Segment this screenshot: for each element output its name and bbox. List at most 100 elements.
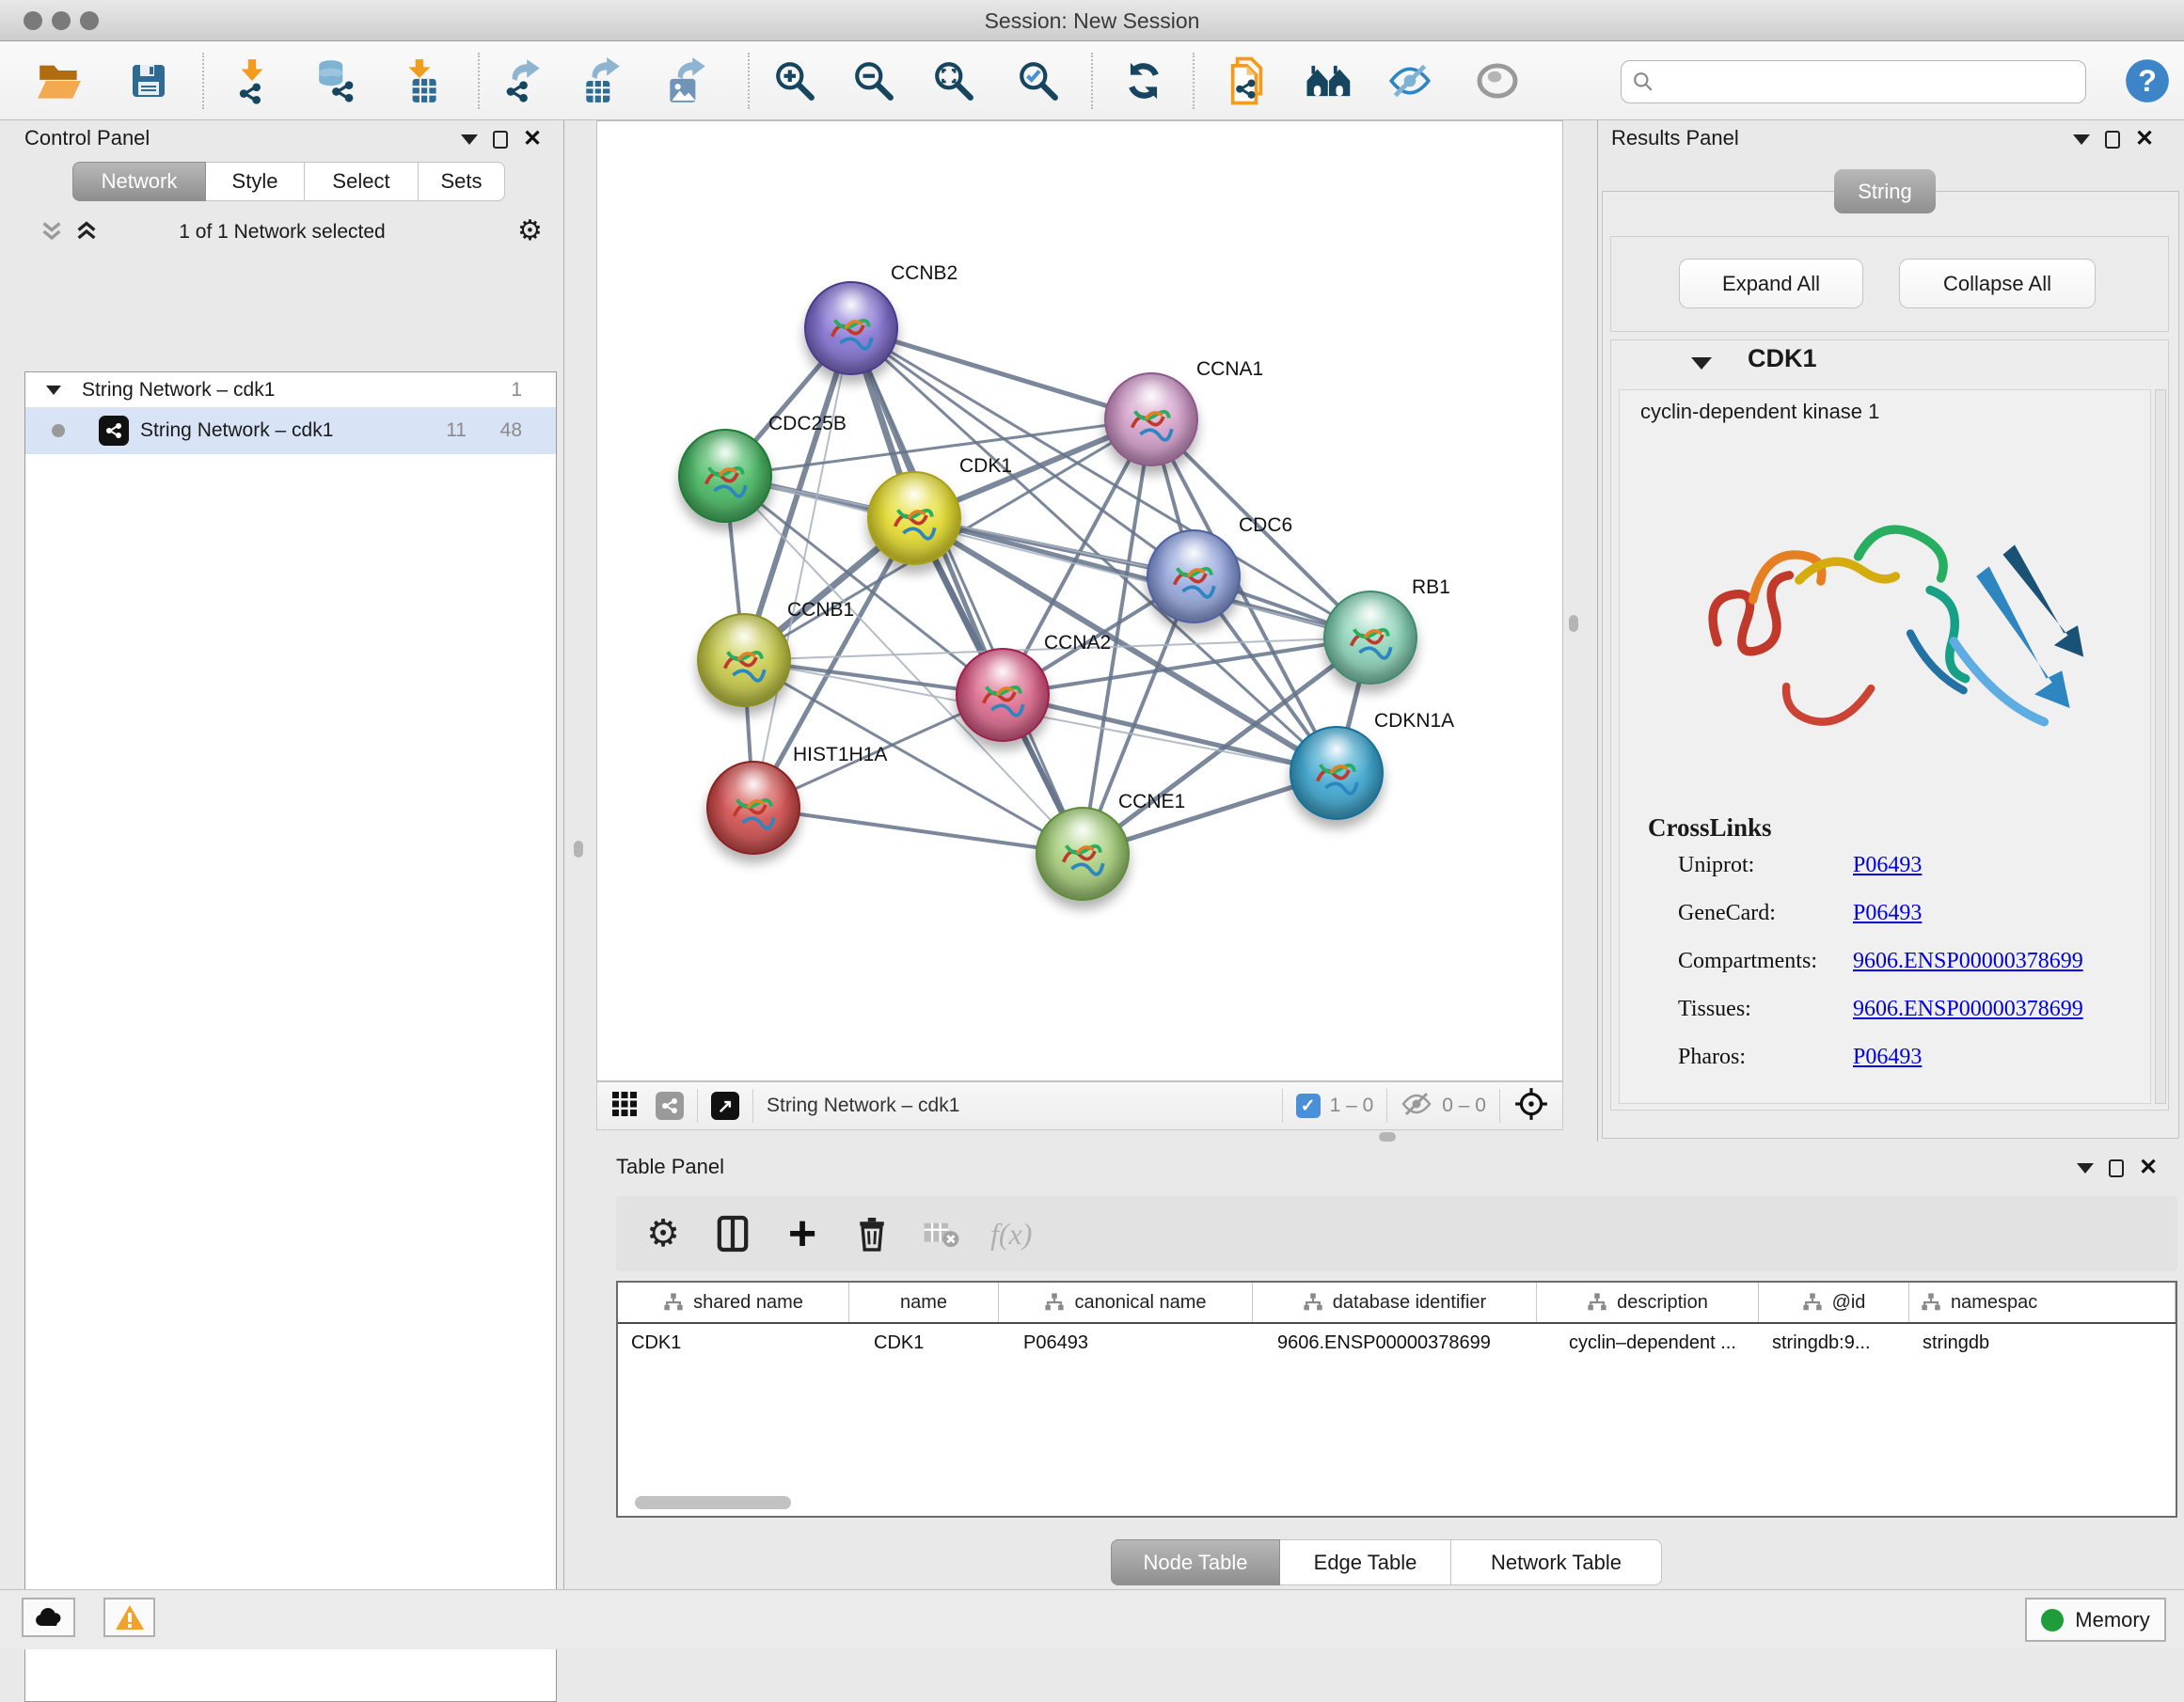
move-crosshair-icon[interactable] bbox=[1513, 1086, 1549, 1127]
zoom-in-button[interactable] bbox=[768, 55, 821, 107]
tab-style[interactable]: Style bbox=[206, 162, 305, 201]
column-header[interactable]: database identifier bbox=[1253, 1283, 1537, 1322]
cloud-button[interactable] bbox=[22, 1598, 75, 1637]
network-edge-CCNB2-CCNE1[interactable] bbox=[851, 328, 1083, 854]
uniprot-link[interactable]: P06493 bbox=[1853, 853, 1922, 878]
cell-canonical-name[interactable]: P06493 bbox=[999, 1324, 1253, 1362]
section-collapse-icon[interactable] bbox=[1691, 357, 1712, 370]
network-edge-CCNE1-HIST1H1A[interactable] bbox=[753, 808, 1083, 854]
table-row[interactable]: CDK1 CDK1 P06493 9606.ENSP00000378699 cy… bbox=[618, 1324, 2176, 1362]
pharos-link[interactable]: P06493 bbox=[1853, 1045, 1922, 1070]
network-node-CCNA1[interactable] bbox=[1104, 372, 1198, 466]
tissues-link[interactable]: 9606.ENSP00000378699 bbox=[1853, 997, 2083, 1022]
network-node-CDC25B[interactable] bbox=[678, 429, 772, 523]
network-node-RB1[interactable] bbox=[1323, 591, 1417, 685]
export-network-button[interactable] bbox=[497, 55, 549, 107]
search-input[interactable] bbox=[1654, 71, 2085, 93]
tab-string[interactable]: String bbox=[1834, 169, 1936, 213]
column-header[interactable]: @id bbox=[1759, 1283, 1909, 1322]
expand-all-button[interactable]: Expand All bbox=[1679, 259, 1863, 308]
network-node-HIST1H1A[interactable] bbox=[706, 761, 800, 855]
network-node-CDKN1A[interactable] bbox=[1290, 726, 1384, 820]
export-table-button[interactable] bbox=[577, 55, 629, 107]
network-view-icon[interactable] bbox=[656, 1092, 684, 1120]
tab-sets[interactable]: Sets bbox=[419, 162, 505, 201]
refresh-button[interactable] bbox=[1117, 55, 1170, 107]
table-panel-float-icon[interactable] bbox=[2109, 1159, 2124, 1177]
memory-button[interactable]: Memory bbox=[2025, 1598, 2166, 1642]
network-node-CDK1[interactable] bbox=[867, 471, 961, 565]
save-session-button[interactable] bbox=[122, 55, 175, 107]
cell-description[interactable]: cyclin–dependent ... bbox=[1537, 1324, 1759, 1362]
network-node-CCNE1[interactable] bbox=[1036, 807, 1130, 901]
birds-eye-view-icon[interactable]: ↗ bbox=[711, 1092, 739, 1120]
delete-column-trash-icon[interactable] bbox=[851, 1213, 893, 1254]
network-options-gear-icon[interactable]: ⚙ bbox=[517, 214, 543, 247]
first-neighbors-icon[interactable] bbox=[1303, 55, 1355, 107]
string-import-button[interactable] bbox=[1223, 55, 1275, 107]
tab-network-table[interactable]: Network Table bbox=[1451, 1539, 1662, 1585]
collection-expand-icon[interactable] bbox=[46, 386, 61, 395]
control-panel-menu-icon[interactable] bbox=[461, 134, 478, 145]
column-header[interactable]: namespac bbox=[1909, 1283, 2176, 1322]
column-header[interactable]: canonical name bbox=[999, 1283, 1253, 1322]
network-edge-CCNB2-HIST1H1A[interactable] bbox=[753, 328, 851, 808]
table-horizontal-scrollbar[interactable] bbox=[627, 1495, 2174, 1510]
zoom-selected-button[interactable] bbox=[1012, 55, 1065, 107]
cell-namespace[interactable]: stringdb bbox=[1909, 1324, 2176, 1362]
hidden-count-icon[interactable] bbox=[1401, 1092, 1432, 1121]
collapse-all-button[interactable]: Collapse All bbox=[1899, 259, 2096, 308]
right-splitter-handle[interactable] bbox=[1569, 615, 1578, 632]
network-view-title: String Network – cdk1 bbox=[767, 1095, 959, 1117]
tab-network[interactable]: Network bbox=[72, 162, 206, 201]
network-row-selected[interactable]: String Network – cdk1 11 48 bbox=[25, 407, 556, 454]
table-panel-menu-icon[interactable] bbox=[2077, 1163, 2094, 1174]
open-session-button[interactable] bbox=[33, 55, 86, 107]
import-table-button[interactable] bbox=[395, 55, 448, 107]
show-columns-icon[interactable] bbox=[712, 1213, 753, 1254]
results-panel-menu-icon[interactable] bbox=[2073, 134, 2090, 145]
cell-database-identifier[interactable]: 9606.ENSP00000378699 bbox=[1253, 1324, 1537, 1362]
column-header[interactable]: name bbox=[849, 1283, 999, 1322]
tab-select[interactable]: Select bbox=[305, 162, 419, 201]
table-settings-gear-icon[interactable]: ⚙ bbox=[642, 1213, 684, 1254]
column-header[interactable]: description bbox=[1537, 1283, 1759, 1322]
export-image-button[interactable] bbox=[660, 55, 713, 107]
zoom-fit-button[interactable] bbox=[927, 55, 980, 107]
tab-edge-table[interactable]: Edge Table bbox=[1280, 1539, 1451, 1585]
zoom-out-button[interactable] bbox=[847, 55, 900, 107]
protein-thumbnail bbox=[887, 491, 942, 545]
warnings-button[interactable] bbox=[103, 1598, 155, 1637]
genecard-link[interactable]: P06493 bbox=[1853, 901, 1922, 926]
search-field[interactable] bbox=[1621, 60, 2086, 103]
selected-count-checkbox[interactable]: ✓ bbox=[1296, 1094, 1321, 1118]
network-node-CCNB2[interactable] bbox=[804, 281, 898, 375]
network-node-CCNA2[interactable] bbox=[956, 648, 1050, 742]
cell-name[interactable]: CDK1 bbox=[849, 1324, 999, 1362]
bottom-splitter-handle[interactable] bbox=[1379, 1132, 1396, 1142]
protein-thumbnail bbox=[975, 668, 1030, 722]
cell-id[interactable]: stringdb:9... bbox=[1759, 1324, 1909, 1362]
add-column-icon[interactable]: + bbox=[782, 1213, 823, 1254]
hide-selected-icon[interactable] bbox=[1384, 55, 1436, 107]
tab-node-table[interactable]: Node Table bbox=[1111, 1539, 1280, 1585]
column-header[interactable]: shared name bbox=[618, 1283, 849, 1322]
show-all-icon[interactable] bbox=[1471, 55, 1524, 107]
network-node-CDC6[interactable] bbox=[1147, 529, 1241, 623]
control-panel-close-icon[interactable]: ✕ bbox=[523, 130, 542, 149]
grid-view-icon[interactable] bbox=[610, 1090, 639, 1123]
control-panel-float-icon[interactable] bbox=[493, 131, 508, 149]
cell-shared-name[interactable]: CDK1 bbox=[618, 1324, 849, 1362]
results-panel-float-icon[interactable] bbox=[2105, 131, 2120, 149]
network-canvas[interactable]: CCNB2CCNA1CDC25BCDK1CDC6RB1CCNB1CCNA2CDK… bbox=[596, 120, 1563, 1081]
results-panel-close-icon[interactable]: ✕ bbox=[2135, 130, 2154, 149]
network-collection-row[interactable]: String Network – cdk1 1 bbox=[25, 372, 556, 407]
compartments-link[interactable]: 9606.ENSP00000378699 bbox=[1853, 949, 2083, 974]
results-scrollbar[interactable] bbox=[2155, 389, 2166, 1104]
import-network-button[interactable] bbox=[226, 55, 278, 107]
network-node-CCNB1[interactable] bbox=[697, 613, 791, 707]
left-splitter-handle[interactable] bbox=[574, 841, 583, 858]
import-network-from-database-button[interactable] bbox=[310, 55, 363, 107]
help-button[interactable]: ? bbox=[2121, 55, 2174, 107]
table-panel-close-icon[interactable]: ✕ bbox=[2139, 1158, 2158, 1177]
